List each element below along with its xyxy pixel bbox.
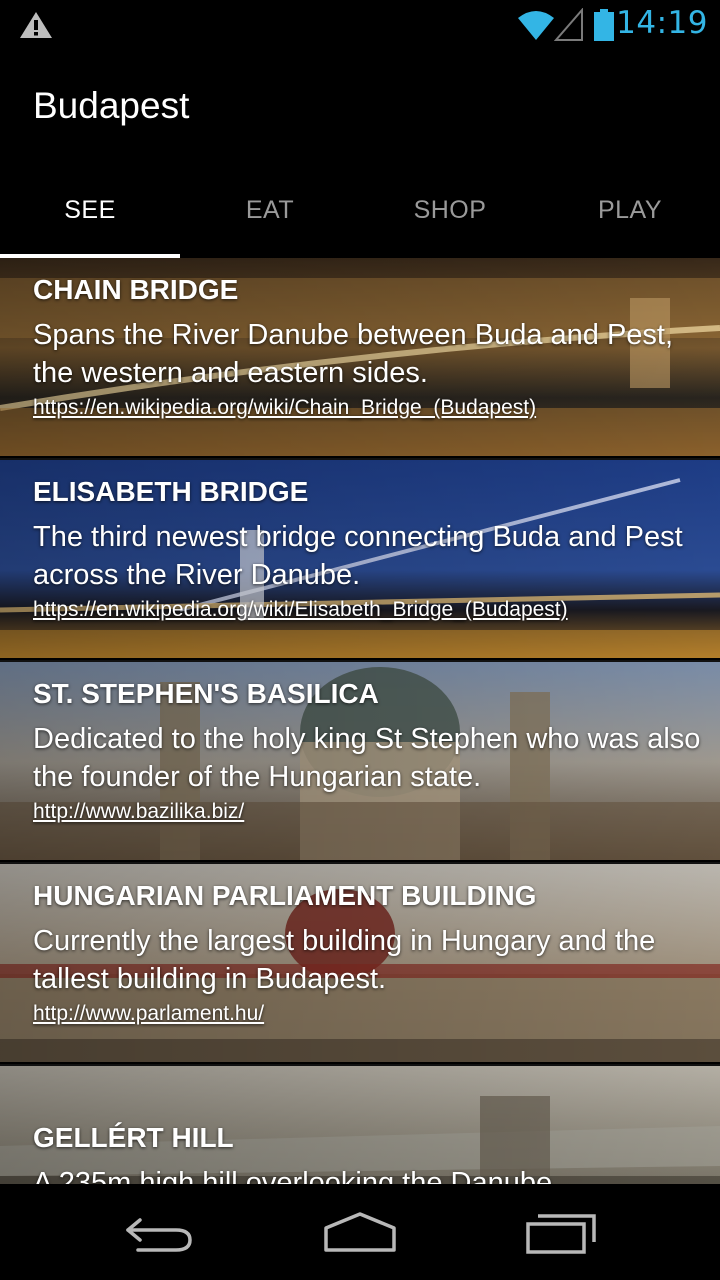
place-link[interactable]: http://www.bazilika.biz/: [33, 800, 244, 824]
place-description: The third newest bridge connecting Buda …: [33, 521, 683, 591]
tab-bar: SEE EAT SHOP PLAY: [0, 162, 720, 258]
tab-see[interactable]: SEE: [0, 162, 180, 258]
place-title: ST. STEPHEN'S BASILICA: [33, 678, 379, 709]
app-title: Budapest: [33, 85, 190, 126]
warning-icon: [20, 12, 52, 38]
signal-icon: [554, 8, 583, 41]
place-link[interactable]: http://www.parlament.hu/: [33, 1002, 264, 1026]
tab-eat[interactable]: EAT: [180, 162, 360, 258]
place-description: Spans the River Danube between Buda and …: [33, 319, 674, 389]
home-icon[interactable]: [320, 1206, 400, 1258]
place-link[interactable]: https://en.wikipedia.org/wiki/Elisabeth_…: [33, 598, 568, 622]
place-description: Currently the largest building in Hungar…: [33, 925, 656, 995]
place-card-elisabeth-bridge[interactable]: ELISABETH BRIDGE The third newest bridge…: [0, 460, 720, 660]
place-card-hungarian-parliament[interactable]: HUNGARIAN PARLIAMENT BUILDING Currently …: [0, 864, 720, 1064]
place-title: HUNGARIAN PARLIAMENT BUILDING: [33, 880, 537, 911]
tab-shop[interactable]: SHOP: [360, 162, 540, 258]
place-description: Dedicated to the holy king St Stephen wh…: [33, 723, 701, 793]
tab-play[interactable]: PLAY: [540, 162, 720, 258]
navigation-bar: [0, 1184, 720, 1280]
recent-apps-icon[interactable]: [522, 1206, 602, 1258]
place-card-gellert-hill[interactable]: GELLÉRT HILL A 235m high hill overlookin…: [0, 1066, 720, 1184]
places-list[interactable]: CHAIN BRIDGE Spans the River Danube betw…: [0, 258, 720, 1184]
place-title: GELLÉRT HILL: [33, 1122, 234, 1153]
action-bar: Budapest: [0, 50, 720, 162]
place-title: ELISABETH BRIDGE: [33, 476, 309, 507]
battery-icon: [594, 9, 614, 41]
place-card-st-stephens-basilica[interactable]: ST. STEPHEN'S BASILICA Dedicated to the …: [0, 662, 720, 862]
place-description: A 235m high hill overlooking the Danube: [33, 1167, 553, 1184]
status-bar: 14:19: [0, 0, 720, 50]
place-link[interactable]: https://en.wikipedia.org/wiki/Chain_Brid…: [33, 396, 536, 420]
back-icon[interactable]: [120, 1206, 200, 1258]
status-clock: 14:19: [616, 5, 708, 41]
place-card-chain-bridge[interactable]: CHAIN BRIDGE Spans the River Danube betw…: [0, 258, 720, 458]
wifi-icon: [518, 11, 554, 40]
place-title: CHAIN BRIDGE: [33, 274, 239, 305]
